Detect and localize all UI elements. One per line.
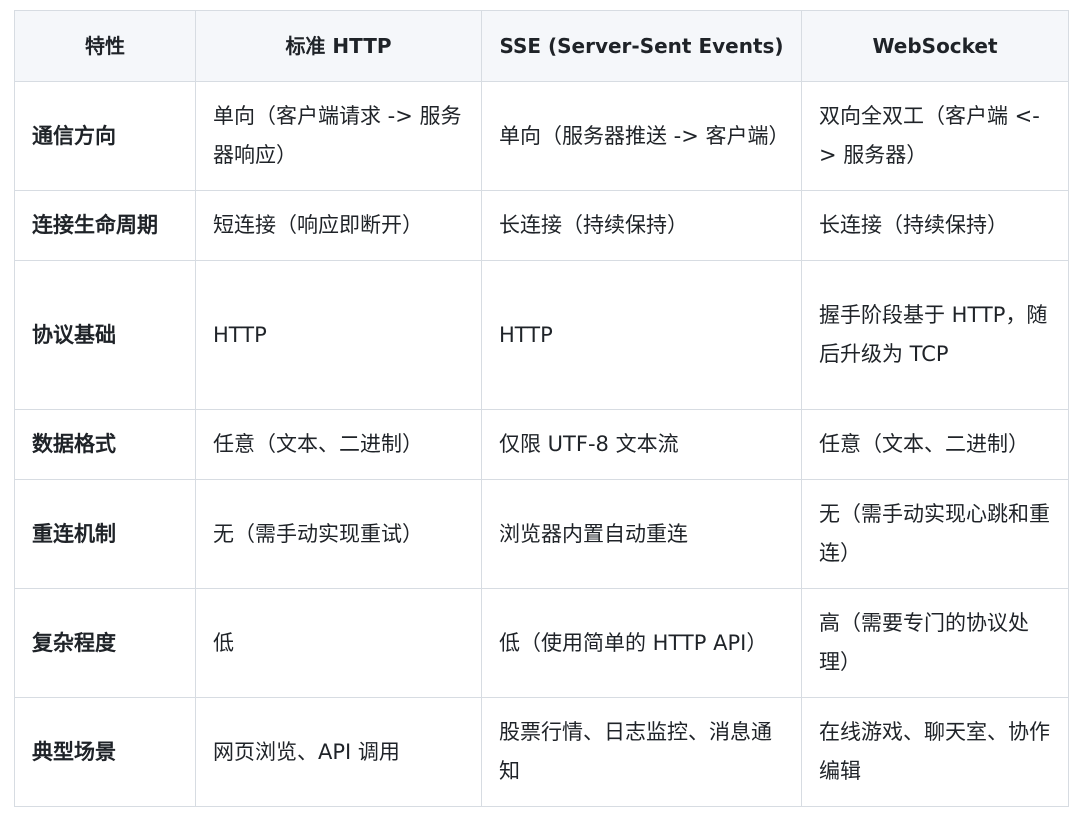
cell-http: 单向（客户端请求 -> 服务器响应） <box>195 81 482 191</box>
cell-sse: 长连接（持续保持） <box>481 190 802 261</box>
cell-http: HTTP <box>195 260 482 410</box>
table-body: 通信方向 单向（客户端请求 -> 服务器响应） 单向（服务器推送 -> 客户端）… <box>14 81 1069 807</box>
cell-websocket: 长连接（持续保持） <box>801 190 1069 261</box>
cell-websocket: 高（需要专门的协议处理） <box>801 588 1069 698</box>
row-label: 典型场景 <box>14 697 196 807</box>
header-websocket: WebSocket <box>801 10 1069 82</box>
cell-http: 低 <box>195 588 482 698</box>
comparison-table-container: 特性 标准 HTTP SSE (Server-Sent Events) WebS… <box>14 10 1069 807</box>
table-row: 典型场景 网页浏览、API 调用 股票行情、日志监控、消息通知 在线游戏、聊天室… <box>14 697 1069 807</box>
cell-http: 任意（文本、二进制） <box>195 409 482 480</box>
table-row: 重连机制 无（需手动实现重试） 浏览器内置自动重连 无（需手动实现心跳和重连） <box>14 479 1069 589</box>
cell-sse: 低（使用简单的 HTTP API） <box>481 588 802 698</box>
header-row: 特性 标准 HTTP SSE (Server-Sent Events) WebS… <box>14 10 1069 82</box>
table-row: 数据格式 任意（文本、二进制） 仅限 UTF-8 文本流 任意（文本、二进制） <box>14 409 1069 480</box>
row-label: 数据格式 <box>14 409 196 480</box>
header-sse: SSE (Server-Sent Events) <box>481 10 802 82</box>
row-label: 通信方向 <box>14 81 196 191</box>
row-label: 协议基础 <box>14 260 196 410</box>
cell-websocket: 握手阶段基于 HTTP，随后升级为 TCP <box>801 260 1069 410</box>
cell-http: 无（需手动实现重试） <box>195 479 482 589</box>
table-row: 通信方向 单向（客户端请求 -> 服务器响应） 单向（服务器推送 -> 客户端）… <box>14 81 1069 191</box>
cell-sse: 单向（服务器推送 -> 客户端） <box>481 81 802 191</box>
table-header: 特性 标准 HTTP SSE (Server-Sent Events) WebS… <box>14 10 1069 82</box>
header-feature: 特性 <box>14 10 196 82</box>
row-label: 重连机制 <box>14 479 196 589</box>
cell-websocket: 无（需手动实现心跳和重连） <box>801 479 1069 589</box>
row-label: 复杂程度 <box>14 588 196 698</box>
table-row: 协议基础 HTTP HTTP 握手阶段基于 HTTP，随后升级为 TCP <box>14 260 1069 410</box>
cell-sse: 股票行情、日志监控、消息通知 <box>481 697 802 807</box>
cell-http: 网页浏览、API 调用 <box>195 697 482 807</box>
table-row: 连接生命周期 短连接（响应即断开） 长连接（持续保持） 长连接（持续保持） <box>14 190 1069 261</box>
row-label: 连接生命周期 <box>14 190 196 261</box>
comparison-table: 特性 标准 HTTP SSE (Server-Sent Events) WebS… <box>14 10 1069 807</box>
cell-websocket: 在线游戏、聊天室、协作编辑 <box>801 697 1069 807</box>
cell-http: 短连接（响应即断开） <box>195 190 482 261</box>
cell-sse: 浏览器内置自动重连 <box>481 479 802 589</box>
cell-sse: 仅限 UTF-8 文本流 <box>481 409 802 480</box>
table-row: 复杂程度 低 低（使用简单的 HTTP API） 高（需要专门的协议处理） <box>14 588 1069 698</box>
cell-websocket: 任意（文本、二进制） <box>801 409 1069 480</box>
cell-websocket: 双向全双工（客户端 <-> 服务器） <box>801 81 1069 191</box>
header-http: 标准 HTTP <box>195 10 482 82</box>
cell-sse: HTTP <box>481 260 802 410</box>
